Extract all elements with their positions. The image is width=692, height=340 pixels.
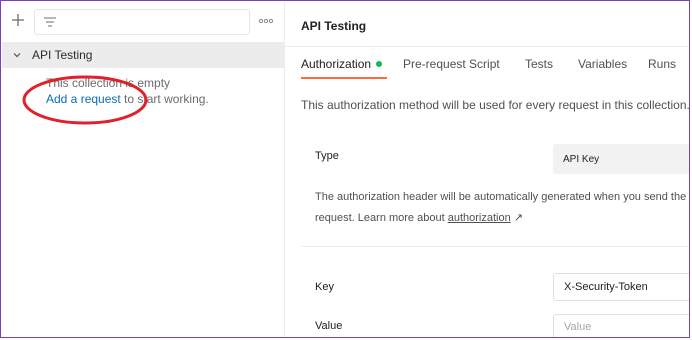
auth-description: This authorization method will be used f…: [301, 98, 690, 112]
panel-header: API Testing: [285, 2, 689, 47]
page-title: API Testing: [301, 19, 367, 33]
empty-collection-text: This collection is empty: [46, 76, 171, 90]
auth-help-prefix: request. Learn more about: [315, 212, 448, 224]
auth-help-line-2: request. Learn more about authorization …: [315, 211, 523, 224]
value-field[interactable]: [553, 314, 689, 337]
add-request-link[interactable]: Add a request: [46, 92, 121, 106]
collection-panel: API Testing Authorization Pre-request Sc…: [285, 2, 690, 337]
status-dot-icon: [376, 61, 383, 67]
sidebar-toolbar: [2, 2, 284, 40]
auth-type-select[interactable]: API Key: [553, 144, 689, 174]
tab-authorization[interactable]: Authorization: [301, 57, 383, 71]
collection-name: API Testing: [32, 48, 93, 62]
plus-icon[interactable]: [8, 10, 28, 30]
empty-collection-hint: Add a request to start working.: [46, 92, 209, 106]
active-tab-indicator: [301, 77, 387, 79]
filter-input[interactable]: [34, 9, 250, 35]
sidebar: API Testing This collection is empty Add…: [2, 2, 285, 337]
tab-variables[interactable]: Variables: [578, 57, 627, 71]
authorization-docs-link[interactable]: authorization: [448, 212, 511, 224]
external-link-icon[interactable]: ↗: [511, 212, 523, 224]
tab-bar: Authorization Pre-request Script Tests V…: [285, 48, 689, 79]
auth-type-value: API Key: [563, 154, 600, 165]
key-label: Key: [315, 281, 334, 293]
tab-runs[interactable]: Runs: [648, 57, 676, 71]
tab-tests[interactable]: Tests: [525, 57, 553, 71]
chevron-down-icon[interactable]: [12, 50, 22, 60]
empty-hint-suffix: to start working.: [120, 92, 209, 106]
type-label: Type: [315, 150, 339, 162]
tab-authorization-label: Authorization: [301, 57, 372, 71]
more-icon[interactable]: [257, 16, 275, 26]
section-divider: [301, 246, 689, 247]
value-label: Value: [315, 320, 343, 332]
app-window: API Testing This collection is empty Add…: [0, 0, 690, 338]
filter-icon: [44, 17, 56, 27]
tab-pre-request-script[interactable]: Pre-request Script: [403, 57, 500, 71]
auth-help-line-1: The authorization header will be automat…: [315, 191, 687, 203]
key-field[interactable]: [553, 273, 689, 301]
collection-row[interactable]: API Testing: [2, 42, 284, 68]
